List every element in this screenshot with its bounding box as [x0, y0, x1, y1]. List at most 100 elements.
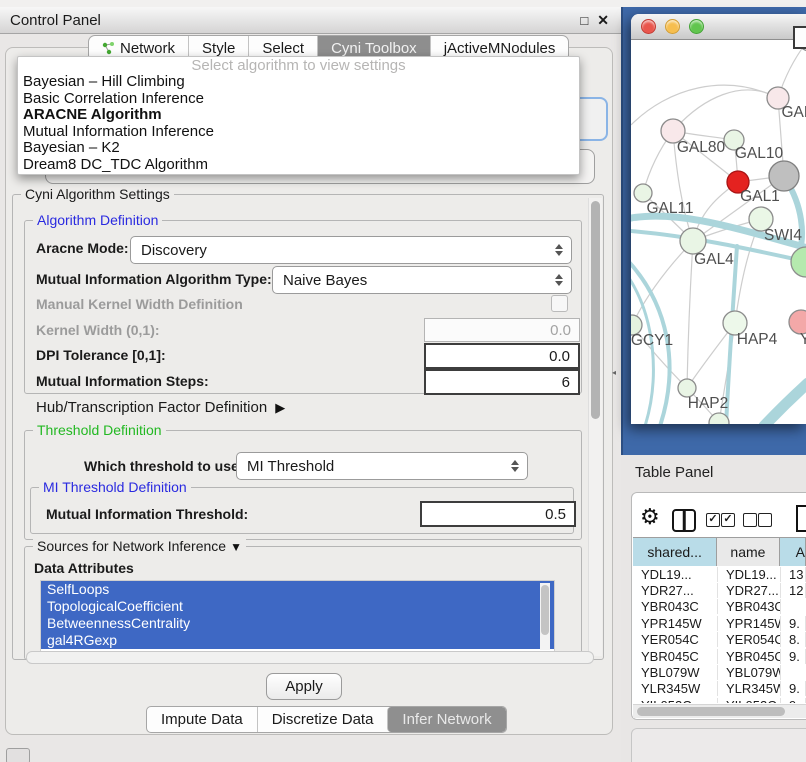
bottom-left-mini-button[interactable]: [6, 748, 30, 762]
table-cell: YBL079W: [633, 665, 718, 680]
table-row[interactable]: YIL052CYIL052C9.: [633, 697, 806, 703]
network-node-label: HAP4: [737, 331, 778, 348]
bottom-tab-infer-network[interactable]: Infer Network: [387, 707, 505, 732]
data-attributes-label: Data Attributes: [34, 560, 134, 576]
hub-definition-label: Hub/Transcription Factor Definition: [36, 399, 267, 416]
mi-steps-field[interactable]: 6: [424, 369, 580, 395]
table-cell: 9.: [781, 649, 806, 664]
control-panel-titlebar: Control Panel □ ✕: [0, 7, 621, 34]
mi-algorithm-type-label: Mutual Information Algorithm Type:: [36, 271, 272, 287]
dpi-tolerance-field[interactable]: 0.0: [424, 343, 580, 369]
stepper-icon: [551, 267, 567, 293]
settings-vertical-scrollbar[interactable]: [588, 198, 602, 656]
column-header-a[interactable]: A: [780, 538, 806, 566]
network-node-label: GAL1: [740, 188, 780, 205]
minimize-traffic-light-icon[interactable]: [665, 19, 680, 34]
network-node-label: Y: [800, 331, 806, 348]
aracne-mode-combo[interactable]: Discovery: [130, 236, 572, 264]
column-header-name[interactable]: name: [717, 538, 779, 566]
table-row[interactable]: YLR345WYLR345W9.: [633, 681, 806, 697]
algorithm-option-aracne-algorithm[interactable]: ARACNE Algorithm: [18, 107, 579, 124]
stepper-icon: [507, 453, 523, 479]
close-traffic-light-icon[interactable]: [641, 19, 656, 34]
settings-horizontal-scrollbar[interactable]: [26, 651, 594, 664]
threshold-definition-title: Threshold Definition: [33, 422, 166, 438]
scrollbar-thumb[interactable]: [637, 707, 785, 716]
which-threshold-combo[interactable]: MI Threshold: [236, 452, 528, 480]
mi-threshold-field[interactable]: 0.5: [420, 501, 576, 527]
stepper-icon: [551, 237, 567, 263]
table-row[interactable]: YDR27...YDR27...12: [633, 582, 806, 598]
attributes-scrollbar[interactable]: [540, 583, 550, 650]
kernel-width-field[interactable]: 0.0: [424, 318, 580, 342]
table-cell: YIL052C: [718, 698, 781, 703]
algorithm-option-basic-correlation-inference[interactable]: Basic Correlation Inference: [18, 91, 579, 108]
table-cell: YDL19...: [633, 567, 718, 582]
expand-down-icon: ▼: [230, 540, 242, 554]
attribute-item-topologicalcoefficient[interactable]: TopologicalCoefficient: [41, 598, 554, 615]
column-header-shared[interactable]: shared...: [633, 538, 717, 566]
attribute-item-gal4rgexp[interactable]: gal4RGexp: [41, 632, 554, 649]
sources-group-title[interactable]: Sources for Network Inference▼: [33, 538, 246, 554]
algorithm-option-dream8-dc-tdc-algorithm[interactable]: Dream8 DC_TDC Algorithm: [18, 157, 579, 174]
network-edge: [632, 241, 693, 325]
close-icon[interactable]: ✕: [597, 12, 609, 29]
scrollbar-thumb[interactable]: [541, 585, 549, 635]
table-cell: 9.: [781, 681, 806, 696]
bottom-tabbar: Impute DataDiscretize DataInfer Network: [146, 706, 507, 733]
zoom-traffic-light-icon[interactable]: [689, 19, 704, 34]
network-node-label: HAP2: [688, 395, 729, 412]
tab-label: jActiveMNodules: [444, 40, 556, 57]
screen: Control Panel □ ✕ NetworkStyleSelectCyni…: [0, 0, 806, 762]
attribute-item-selfloops[interactable]: SelfLoops: [41, 581, 554, 598]
network-node-label: GAL10: [735, 145, 784, 162]
new-table-icon[interactable]: [796, 505, 806, 532]
deselect-all-checkbox-icon[interactable]: [758, 513, 772, 527]
bottom-tab-discretize-data[interactable]: Discretize Data: [257, 707, 388, 732]
algorithm-option-bayesian-k2[interactable]: Bayesian – K2: [18, 140, 579, 157]
kernel-width-label: Kernel Width (0,1):: [36, 322, 160, 338]
aracne-mode-value: Discovery: [141, 242, 551, 259]
network-canvas[interactable]: GALGAL80GAL10GAL1GAL11SWI4GAL4GCY1HAP4YH…: [631, 40, 806, 424]
network-node-label: GAL4: [694, 251, 734, 268]
table-row[interactable]: YDL19...YDL19...13: [633, 566, 806, 582]
select-all-checkbox-icon[interactable]: ✓: [706, 513, 720, 527]
deselect-all-checkbox-icon[interactable]: [743, 513, 757, 527]
table-cell: YBL079W: [718, 665, 781, 680]
show-columns-icon[interactable]: [672, 509, 696, 532]
table-row[interactable]: YBL079WYBL079W: [633, 664, 806, 680]
table-horizontal-scrollbar[interactable]: [633, 704, 806, 718]
network-node-gray-node[interactable]: [769, 161, 799, 191]
gear-icon[interactable]: ⚙: [640, 504, 660, 530]
mi-algorithm-type-combo[interactable]: Naive Bayes: [272, 266, 572, 294]
select-all-checkbox-icon[interactable]: ✓: [721, 513, 735, 527]
mi-threshold-definition-title: MI Threshold Definition: [39, 479, 191, 495]
hub-definition-expander[interactable]: Hub/Transcription Factor Definition ▶: [36, 399, 285, 416]
splitter-grip-icon[interactable]: ◂: [612, 368, 616, 377]
network-node-green-right[interactable]: [791, 247, 806, 277]
table-row[interactable]: YPR145WYPR145W9.: [633, 615, 806, 631]
table-panel-lower-section: [631, 728, 806, 762]
bottom-tab-impute-data[interactable]: Impute Data: [147, 707, 257, 732]
scrollbar-thumb[interactable]: [591, 201, 600, 419]
algorithm-option-mutual-information-inference[interactable]: Mutual Information Inference: [18, 124, 579, 141]
table-row[interactable]: YBR045CYBR045C9.: [633, 648, 806, 664]
float-window-icon[interactable]: □: [580, 13, 588, 28]
table-header: shared...nameA: [633, 537, 806, 567]
cyni-settings-group-title: Cyni Algorithm Settings: [21, 186, 174, 202]
control-panel-title: Control Panel: [10, 12, 101, 29]
network-edge: [687, 241, 693, 388]
attribute-item-betweennesscentrality[interactable]: BetweennessCentrality: [41, 615, 554, 632]
network-window-titlebar[interactable]: [631, 14, 806, 40]
manual-kernel-width-label: Manual Kernel Width Definition: [36, 296, 243, 312]
table-cell: YER054C: [718, 632, 781, 647]
algorithm-option-bayesian-hill-climbing[interactable]: Bayesian – Hill Climbing: [18, 74, 579, 91]
apply-button[interactable]: Apply: [266, 673, 342, 700]
manual-kernel-width-checkbox[interactable]: [551, 295, 568, 312]
network-node-label: GAL80: [677, 139, 726, 156]
expand-right-icon: ▶: [275, 400, 285, 416]
mi-threshold-label: Mutual Information Threshold:: [46, 506, 248, 522]
table-row[interactable]: YBR043CYBR043C: [633, 599, 806, 615]
table-rows: YDL19...YDL19...13YDR27...YDR27...12YBR0…: [633, 566, 806, 703]
table-row[interactable]: YER054CYER054C8.: [633, 632, 806, 648]
